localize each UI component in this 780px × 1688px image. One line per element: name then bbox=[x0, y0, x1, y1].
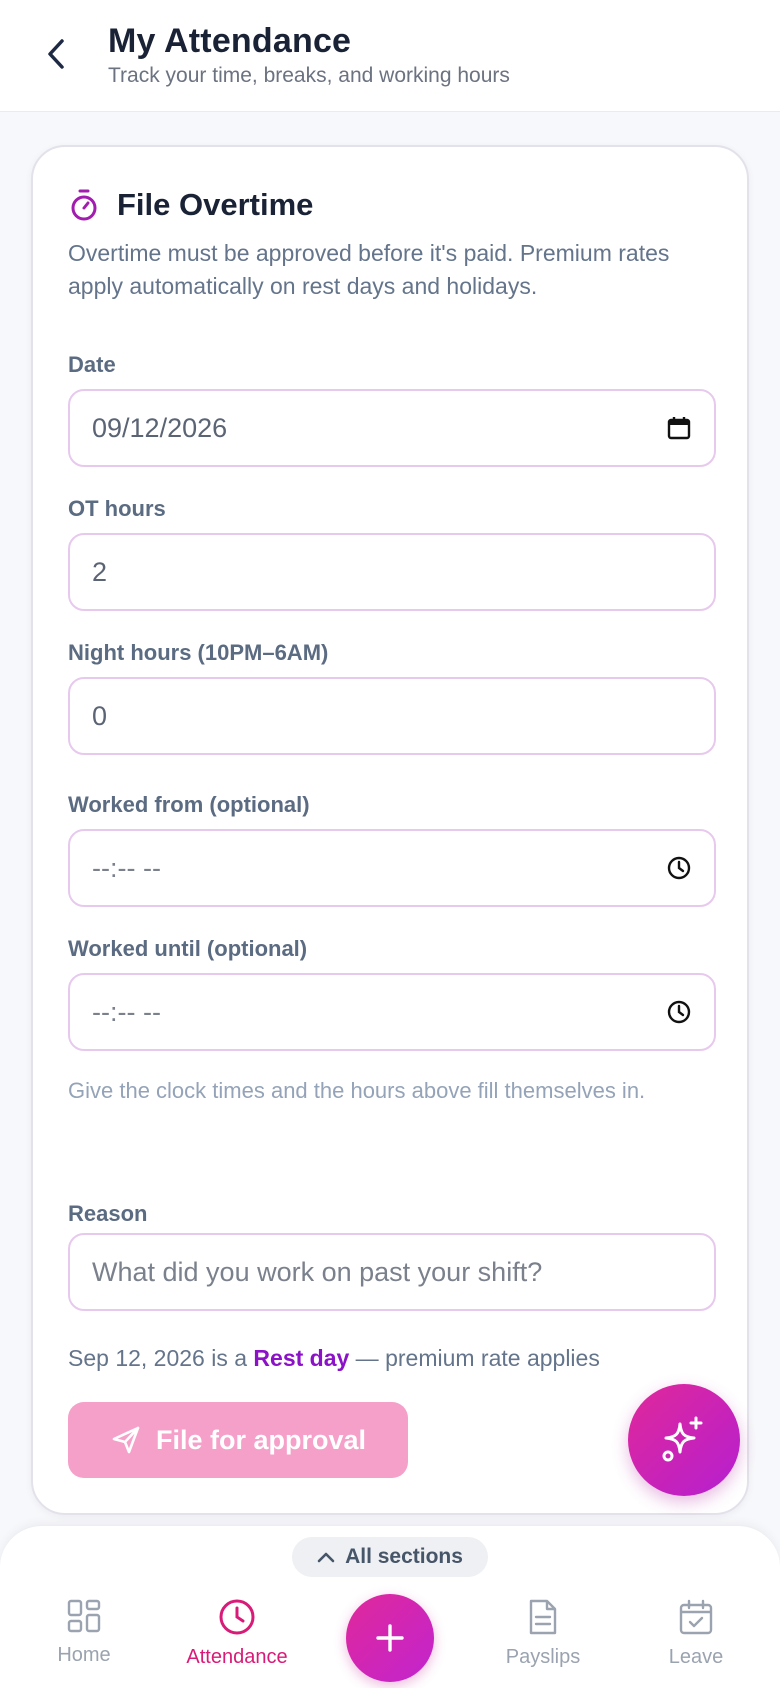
send-icon bbox=[112, 1426, 140, 1454]
grid-icon bbox=[67, 1599, 101, 1633]
date-value: 09/12/2026 bbox=[92, 412, 228, 443]
helper-text: Give the clock times and the hours above… bbox=[68, 1078, 646, 1103]
rate-note-suffix: — premium rate applies bbox=[349, 1345, 600, 1371]
worked-until-input[interactable]: --:-- -- bbox=[68, 973, 716, 1051]
reason-input[interactable]: What did you work on past your shift? bbox=[68, 1233, 716, 1311]
back-button[interactable] bbox=[36, 34, 76, 74]
nav-leave-label: Leave bbox=[668, 1646, 724, 1668]
night-hours-label: Night hours (10PM–6AM) bbox=[68, 640, 329, 665]
day-type-badge: Rest day bbox=[253, 1345, 350, 1371]
card-title: File Overtime bbox=[117, 187, 314, 222]
all-sections-label: All sections bbox=[345, 1545, 463, 1568]
document-icon bbox=[529, 1599, 557, 1635]
nav-home[interactable]: Home bbox=[19, 1598, 149, 1688]
chevron-left-icon bbox=[48, 39, 64, 69]
card-description: Overtime must be approved before it's pa… bbox=[68, 240, 670, 299]
submit-label: File for approval bbox=[155, 1424, 367, 1455]
nav-attendance[interactable]: Attendance bbox=[172, 1598, 302, 1688]
worked-from-placeholder: --:-- -- bbox=[92, 852, 161, 883]
clock-icon[interactable] bbox=[666, 855, 692, 881]
reason-label: Reason bbox=[68, 1201, 148, 1226]
nav-attendance-label: Attendance bbox=[186, 1646, 288, 1668]
nav-leave[interactable]: Leave bbox=[631, 1598, 761, 1688]
chevron-up-icon bbox=[317, 1552, 335, 1563]
date-label: Date bbox=[68, 352, 116, 377]
page-subtitle: Track your time, breaks, and working hou… bbox=[108, 64, 510, 87]
calendar-check-icon bbox=[679, 1599, 713, 1635]
ot-hours-input[interactable]: 2 bbox=[68, 533, 716, 611]
add-button[interactable] bbox=[346, 1594, 434, 1682]
ot-hours-value: 2 bbox=[92, 556, 108, 587]
app-header: My Attendance Track your time, breaks, a… bbox=[0, 0, 780, 112]
night-hours-value: 0 bbox=[92, 700, 108, 731]
clock-icon bbox=[219, 1599, 255, 1635]
all-sections-toggle[interactable]: All sections bbox=[292, 1537, 488, 1577]
stopwatch-icon bbox=[71, 189, 97, 221]
card-title-row: File Overtime bbox=[69, 187, 313, 223]
file-for-approval-button[interactable]: File for approval bbox=[68, 1402, 408, 1478]
rate-note: Sep 12, 2026 is a Rest day — premium rat… bbox=[68, 1345, 600, 1372]
ot-hours-label: OT hours bbox=[68, 496, 166, 521]
worked-until-label: Worked until (optional) bbox=[68, 936, 308, 961]
worked-from-label: Worked from (optional) bbox=[68, 792, 310, 817]
clock-icon[interactable] bbox=[666, 999, 692, 1025]
calendar-icon[interactable] bbox=[666, 415, 692, 441]
file-overtime-card: File Overtime Overtime must be approved … bbox=[31, 145, 749, 1515]
nav-payslips[interactable]: Payslips bbox=[478, 1598, 608, 1688]
night-hours-input[interactable]: 0 bbox=[68, 677, 716, 755]
worked-from-input[interactable]: --:-- -- bbox=[68, 829, 716, 907]
plus-icon bbox=[376, 1624, 404, 1652]
ai-assistant-button[interactable] bbox=[628, 1384, 740, 1496]
sparkles-icon bbox=[662, 1416, 703, 1462]
nav-payslips-label: Payslips bbox=[505, 1646, 581, 1668]
date-input[interactable]: 09/12/2026 bbox=[68, 389, 716, 467]
page-title: My Attendance bbox=[108, 22, 352, 60]
worked-until-placeholder: --:-- -- bbox=[92, 996, 161, 1027]
reason-placeholder: What did you work on past your shift? bbox=[92, 1256, 543, 1287]
rate-note-prefix: Sep 12, 2026 is a bbox=[68, 1345, 254, 1371]
nav-home-label: Home bbox=[57, 1644, 111, 1666]
